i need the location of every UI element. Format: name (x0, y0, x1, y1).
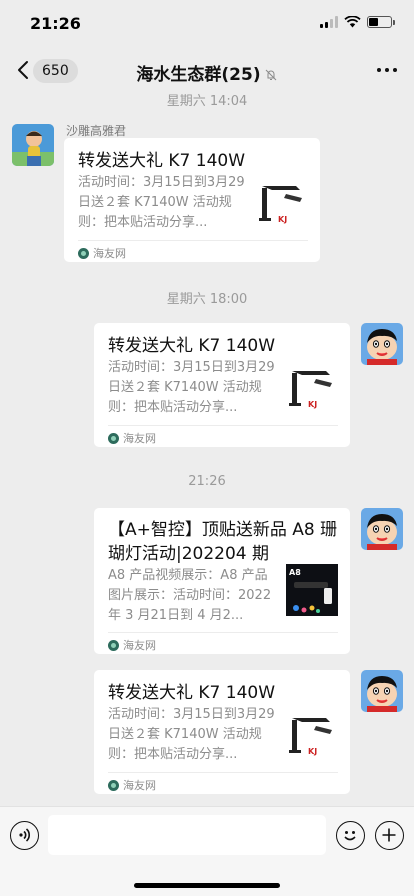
nav-bar: 650 海水生态群(25) (0, 48, 414, 94)
more-icon[interactable] (377, 68, 397, 72)
chat-title-text: 海水生态群(25) (136, 65, 261, 85)
my-avatar[interactable] (361, 323, 403, 365)
battery-icon (367, 16, 395, 28)
link-card[interactable]: 转发送大礼 K7 140W 活动时间：3月15日到3月29日送２套 K7140W… (64, 138, 320, 262)
product-thumbnail: A8 (286, 564, 338, 616)
home-indicator (134, 883, 280, 888)
emoji-button[interactable] (336, 821, 365, 850)
my-avatar[interactable] (361, 670, 403, 712)
product-thumbnail-label: A8 (289, 568, 301, 577)
card-divider (108, 772, 338, 773)
link-card[interactable]: 转发送大礼 K7 140W 活动时间：3月15日到3月29日送２套 K7140W… (94, 670, 350, 794)
source-icon (108, 779, 119, 791)
time-divider: 星期六 18:00 (166, 292, 248, 307)
card-title: 转发送大礼 K7 140W (78, 151, 246, 171)
time-divider: 星期六 14:04 (166, 94, 248, 109)
card-source: 海友网 (108, 637, 156, 653)
status-icons (320, 16, 395, 28)
my-avatar[interactable] (361, 508, 403, 550)
card-title: 【A+智控】顶贴送新品 A8 珊瑚灯活动|202204 期 (108, 520, 338, 564)
lamp-thumbnail: KJ (286, 367, 338, 419)
source-icon (108, 639, 119, 651)
card-description: 活动时间：3月15日到3月29日送２套 K7140W 活动规则：把本贴活动分享.… (78, 175, 245, 230)
svg-text:KJ: KJ (308, 747, 317, 756)
lamp-thumbnail: KJ (286, 714, 338, 766)
source-name: 海友网 (93, 247, 126, 260)
lamp-thumbnail: KJ (256, 182, 308, 234)
card-description: 活动时间：3月15日到3月29日送２套 K7140W 活动规则：把本贴活动分享.… (108, 360, 275, 415)
status-bar: 21:26 (0, 0, 414, 48)
signal-icon (320, 16, 338, 28)
source-icon (78, 247, 89, 259)
sender-avatar[interactable] (12, 124, 54, 166)
input-bar (0, 806, 414, 896)
card-source: 海友网 (78, 245, 126, 261)
plus-button[interactable] (375, 821, 404, 850)
card-divider (108, 632, 338, 633)
time-divider: 21:26 (188, 474, 226, 489)
svg-text:KJ: KJ (308, 400, 317, 409)
source-name: 海友网 (123, 639, 156, 652)
message-input[interactable] (48, 815, 326, 855)
plus-icon (382, 828, 396, 842)
card-title: 转发送大礼 K7 140W (108, 683, 276, 703)
sender-name: 沙雕高雅君 (66, 124, 127, 138)
source-icon (108, 432, 119, 444)
svg-text:KJ: KJ (278, 215, 287, 224)
mute-icon (265, 69, 276, 81)
link-card[interactable]: 【A+智控】顶贴送新品 A8 珊瑚灯活动|202204 期 A8 产品视频展示：… (94, 508, 350, 654)
card-title: 转发送大礼 K7 140W (108, 336, 276, 356)
card-divider (108, 425, 338, 426)
emoji-icon (344, 831, 356, 841)
card-description: 活动时间：3月15日到3月29日送２套 K7140W 活动规则：把本贴活动分享.… (108, 707, 275, 762)
card-source: 海友网 (108, 430, 156, 446)
chat-title: 海水生态群(25) (0, 60, 414, 85)
card-divider (78, 240, 308, 241)
wifi-icon (344, 16, 361, 28)
source-name: 海友网 (123, 779, 156, 792)
status-time: 21:26 (30, 14, 81, 33)
voice-button[interactable] (10, 821, 39, 850)
source-name: 海友网 (123, 432, 156, 445)
card-source: 海友网 (108, 777, 156, 793)
voice-icon (19, 828, 31, 842)
card-description: A8 产品视频展示：A8 产品图片展示：活动时间：2022 年 3 月21日到 … (108, 568, 272, 623)
link-card[interactable]: 转发送大礼 K7 140W 活动时间：3月15日到3月29日送２套 K7140W… (94, 323, 350, 447)
